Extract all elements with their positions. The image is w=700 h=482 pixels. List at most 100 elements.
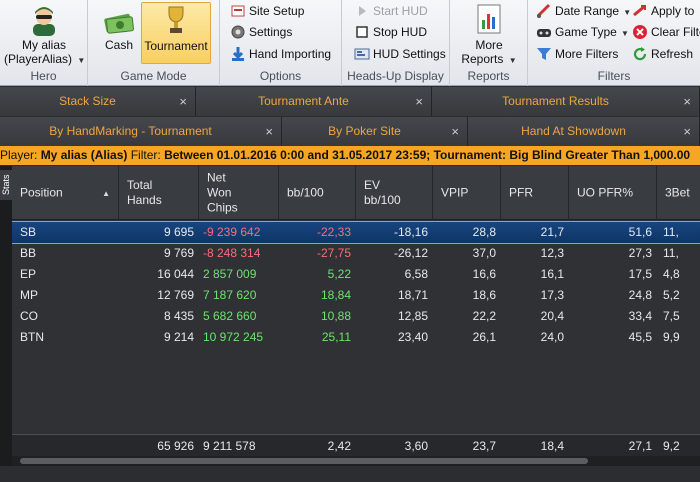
- apply-icon: [633, 4, 646, 17]
- column-header-ev-bb100[interactable]: EV bb/100: [356, 166, 433, 220]
- cell-ev-bb100: -26,12: [393, 246, 428, 260]
- close-icon[interactable]: ×: [451, 117, 459, 146]
- tournament-button[interactable]: Tournament: [141, 2, 211, 64]
- filter-icon: [537, 48, 551, 60]
- table-row[interactable]: CO 8 435 5 682 660 10,88 12,85 22,2 20,4 33,4 7,…: [12, 306, 700, 327]
- filter-tab-hand-marking[interactable]: By HandMarking - Tournament ×: [0, 117, 282, 146]
- cell-pfr: 12,3: [540, 246, 564, 260]
- column-header-total-hands[interactable]: Total Hands: [119, 166, 199, 220]
- cell-vpip: 37,0: [472, 246, 496, 260]
- column-header-pfr[interactable]: PFR: [501, 166, 569, 220]
- cell-3bet: 9,9: [663, 330, 680, 344]
- filters-group-label: Filters: [597, 69, 631, 83]
- total-net-won: 9 211 578: [203, 439, 256, 453]
- cell-vpip: 16,6: [472, 267, 496, 281]
- close-icon[interactable]: ×: [683, 87, 691, 116]
- filter-tab-poker-site[interactable]: By Poker Site ×: [282, 117, 468, 146]
- cell-uo-pfr: 17,5: [628, 267, 652, 281]
- filters-group: Date Range ▼ Game Type ▼ More Filters Ap…: [528, 0, 700, 86]
- table-row[interactable]: EP 16 044 2 857 009 5,22 6,58 16,6 16,1 17,5 4,8: [12, 264, 700, 285]
- game-type-text: Game Type: [555, 25, 617, 39]
- stop-hud-label: Stop HUD: [373, 25, 428, 39]
- stats-side-tab[interactable]: Stats: [0, 170, 12, 200]
- clear-filters-label: Clear Filte: [651, 25, 700, 39]
- hero-button[interactable]: My alias (PlayerAlias) ▼: [4, 2, 85, 66]
- column-header-net-won[interactable]: Net Won Chips: [199, 166, 279, 220]
- total-3bet: 9,2: [663, 439, 680, 453]
- table-row[interactable]: MP 12 769 7 187 620 18,84 18,71 18,6 17,3 24,8 5…: [12, 285, 700, 306]
- hero-avatar-icon: [33, 7, 55, 36]
- site-setup-icon: [231, 5, 245, 17]
- column-header-label: VPIP: [441, 185, 469, 200]
- cell-vpip: 28,8: [472, 225, 496, 239]
- close-icon[interactable]: ×: [683, 117, 691, 146]
- calendar-icon: [536, 3, 551, 18]
- column-header-label: 3Bet: [665, 185, 690, 200]
- filter-tab-hand-at-showdown[interactable]: Hand At Showdown ×: [468, 117, 700, 146]
- column-header-label: PFR: [509, 185, 533, 200]
- column-header-bb100[interactable]: bb/100: [279, 166, 356, 220]
- cell-net-won: -8 248 314: [203, 246, 261, 260]
- cell-3bet: 7,5: [663, 309, 680, 323]
- apply-to-label: Apply to: [651, 4, 695, 18]
- stop-icon: [356, 26, 368, 38]
- cell-ev-bb100: 6,58: [404, 267, 428, 281]
- cell-bb100: 18,84: [320, 288, 351, 302]
- total-uo-pfr: 27,1: [628, 439, 652, 453]
- cell-bb100: -22,33: [316, 225, 351, 239]
- close-icon[interactable]: ×: [415, 87, 423, 116]
- cell-uo-pfr: 27,3: [628, 246, 652, 260]
- gear-icon: [231, 25, 245, 39]
- cell-pfr: 24,0: [540, 330, 564, 344]
- cell-ev-bb100: 12,85: [397, 309, 428, 323]
- start-hud-label: Start HUD: [373, 4, 428, 18]
- cell-total-hands: 16 044: [157, 267, 194, 281]
- filter-tab-label: By Poker Site: [328, 124, 401, 138]
- hud-settings-label: HUD Settings: [373, 47, 446, 61]
- cell-3bet: 5,2: [663, 288, 680, 302]
- grid-header: Position ▲ Total Hands Net Won Chips bb/…: [12, 166, 700, 220]
- cell-pfr: 21,7: [540, 225, 564, 239]
- scrollbar-thumb[interactable]: [20, 458, 588, 464]
- date-range-label: Date Range ▼: [555, 1, 631, 23]
- hud-group-label: Heads-Up Display: [347, 69, 444, 83]
- chevron-down-icon: ▼: [618, 29, 629, 38]
- column-header-label: Position: [20, 185, 63, 200]
- filter-tabs-row-2: By HandMarking - Tournament × By Poker S…: [0, 117, 700, 146]
- column-header-uo-pfr[interactable]: UO PFR%: [569, 166, 657, 220]
- player-name: My alias (Alias): [40, 148, 128, 162]
- close-icon[interactable]: ×: [265, 117, 273, 146]
- sort-ascending-icon: ▲: [102, 189, 110, 198]
- game-mode-group-label: Game Mode: [120, 69, 187, 83]
- cell-position: BB: [20, 246, 37, 260]
- table-row[interactable]: SB 9 695 -9 239 642 -22,33 -18,16 28,8 21,7 51,…: [12, 221, 700, 244]
- column-header-label: bb/100: [287, 185, 324, 200]
- table-row[interactable]: BTN 9 214 10 972 245 25,11 23,40 26,1 24,0 45,5…: [12, 327, 700, 348]
- filter-tab-tournament-ante[interactable]: Tournament Ante ×: [196, 87, 432, 116]
- cell-total-hands: 9 214: [163, 330, 194, 344]
- cash-button[interactable]: Cash: [98, 2, 140, 64]
- date-range-text: Date Range: [555, 4, 620, 18]
- cell-position: SB: [20, 225, 37, 239]
- cell-bb100: -27,75: [316, 246, 351, 260]
- column-header-3bet[interactable]: 3Bet: [657, 166, 700, 220]
- stats-grid: Position ▲ Total Hands Net Won Chips bb/…: [12, 166, 700, 466]
- settings-label: Settings: [249, 25, 293, 39]
- column-header-label: Net Won Chips: [207, 170, 238, 215]
- filter-tab-stack-size[interactable]: Stack Size ×: [0, 87, 196, 116]
- bottom-strip: [0, 466, 700, 482]
- close-icon[interactable]: ×: [179, 87, 187, 116]
- more-reports-button[interactable]: More Reports ▼: [458, 2, 520, 66]
- column-header-label: Total Hands: [127, 178, 162, 207]
- column-header-position[interactable]: Position ▲: [12, 166, 119, 220]
- cell-vpip: 22,2: [472, 309, 496, 323]
- horizontal-scrollbar[interactable]: [12, 456, 700, 466]
- site-setup-label: Site Setup: [249, 4, 305, 18]
- tournament-label: Tournament: [144, 39, 208, 53]
- player-prefix: Player:: [0, 148, 41, 162]
- cell-bb100: 25,11: [321, 330, 351, 344]
- filter-tab-tournament-results[interactable]: Tournament Results ×: [432, 87, 700, 116]
- total-hands: 65 926: [157, 439, 194, 453]
- table-row[interactable]: BB 9 769 -8 248 314 -27,75 -26,12 37,0 12,3 27,…: [12, 243, 700, 264]
- column-header-vpip[interactable]: VPIP: [433, 166, 501, 220]
